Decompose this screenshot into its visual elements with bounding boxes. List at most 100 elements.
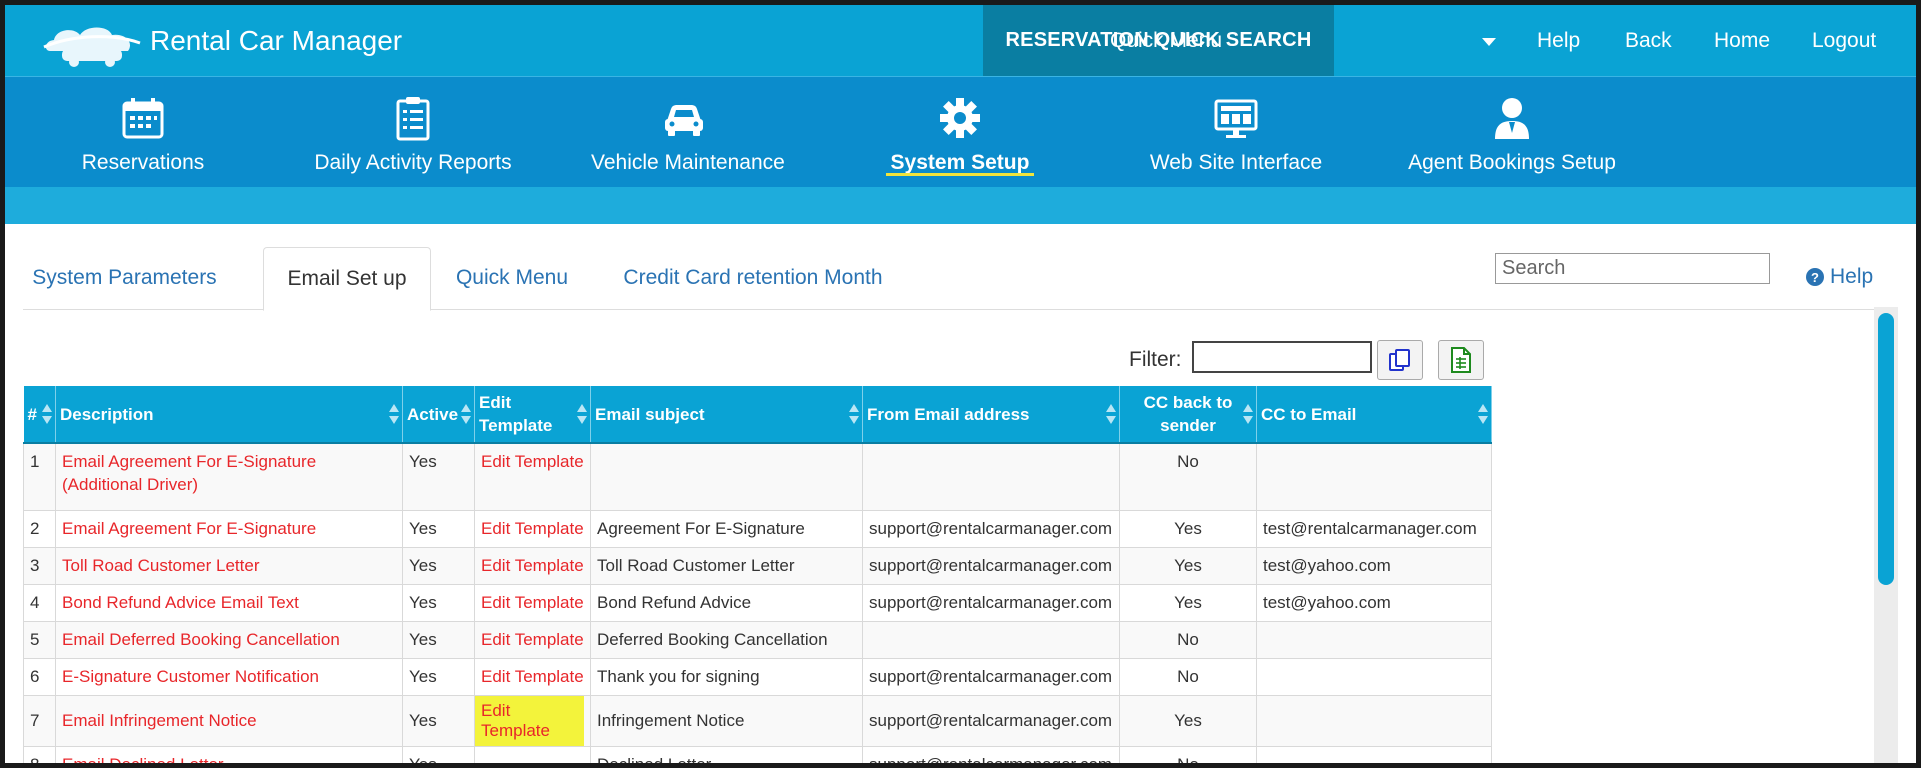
sort-icon[interactable]: [42, 404, 52, 424]
active-module-underline: [886, 173, 1034, 176]
description-link[interactable]: Email Agreement For E-Signature: [55, 510, 403, 548]
edit-template-link[interactable]: Edit Template: [474, 621, 591, 659]
scrollbar-thumb[interactable]: [1878, 313, 1894, 585]
chevron-down-icon[interactable]: [1482, 38, 1496, 46]
from-email-cell: [862, 621, 1120, 659]
table-row: 3 Toll Road Customer Letter Yes Edit Tem…: [23, 547, 1492, 585]
cc-to-cell: [1256, 695, 1492, 747]
edit-template-link[interactable]: Edit Template: [474, 547, 591, 585]
column-header-cc-to-email[interactable]: CC to Email: [1256, 386, 1492, 444]
column-header-email-subject[interactable]: Email subject: [590, 386, 863, 444]
tab-label: System Parameters: [32, 266, 217, 289]
cc-back-cell: No: [1119, 746, 1257, 763]
tab-quick-menu[interactable]: Quick Menu: [449, 247, 575, 309]
cc-to-cell: [1256, 621, 1492, 659]
clipboard-list-icon: [396, 97, 430, 141]
description-link[interactable]: Email Deferred Booking Cancellation: [55, 621, 403, 659]
row-number: 6: [23, 658, 56, 696]
help-link[interactable]: ? Help: [1806, 265, 1873, 289]
tab-label: Email Set up: [287, 267, 407, 290]
spreadsheet-icon: [1451, 347, 1471, 373]
edit-template-link[interactable]: [474, 746, 591, 763]
table-row: 8 Email Declined Letter Yes Declined Let…: [23, 746, 1492, 763]
tab-label: Credit Card retention Month: [623, 266, 883, 289]
back-nav-label: Back: [1625, 28, 1672, 52]
from-email-cell: support@rentalcarmanager.com: [862, 584, 1120, 622]
help-nav-label: Help: [1537, 28, 1581, 52]
email-subject-cell: Infringement Notice: [590, 695, 863, 747]
description-link[interactable]: Email Infringement Notice: [55, 695, 403, 747]
home-nav-link[interactable]: Home: [1714, 5, 1770, 76]
tab-credit-card-retention-month[interactable]: Credit Card retention Month: [615, 247, 891, 309]
sort-icon[interactable]: [1106, 404, 1116, 424]
tab-system-parameters[interactable]: System Parameters: [23, 247, 226, 309]
search-input[interactable]: [1495, 253, 1770, 284]
module-reservations[interactable]: Reservations: [55, 77, 231, 187]
row-number: 1: [23, 442, 56, 511]
module-label: Daily Activity Reports: [314, 151, 512, 174]
edit-template-link-highlighted[interactable]: Edit Template: [474, 695, 591, 747]
column-header-edit-template[interactable]: Edit Template: [474, 386, 591, 444]
home-nav-label: Home: [1714, 28, 1771, 52]
sort-icon[interactable]: [577, 404, 587, 424]
car-icon: [665, 105, 703, 136]
sort-icon[interactable]: [1243, 404, 1253, 424]
row-number: 3: [23, 547, 56, 585]
help-nav-link[interactable]: Help: [1537, 5, 1580, 76]
email-subject-cell: Agreement For E-Signature: [590, 510, 863, 548]
column-header-label: Edit Template: [479, 393, 553, 435]
active-cell: Yes: [402, 510, 475, 548]
filter-input[interactable]: [1192, 341, 1372, 373]
from-email-cell: support@rentalcarmanager.com: [862, 746, 1120, 763]
cc-back-cell: Yes: [1119, 584, 1257, 622]
app-window: Rental Car Manager RESERVATION QUICK SEA…: [5, 5, 1916, 763]
tab-email-set-up[interactable]: Email Set up: [263, 247, 431, 311]
description-link[interactable]: E-Signature Customer Notification: [55, 658, 403, 696]
description-link[interactable]: Email Declined Letter: [55, 746, 403, 763]
question-circle-icon: ?: [1806, 268, 1824, 286]
description-link[interactable]: Toll Road Customer Letter: [55, 547, 403, 585]
copy-icon: [1389, 349, 1410, 371]
from-email-cell: support@rentalcarmanager.com: [862, 547, 1120, 585]
column-header-description[interactable]: Description: [55, 386, 403, 444]
sort-icon[interactable]: [461, 404, 471, 424]
cloud-car-logo-icon[interactable]: [42, 21, 142, 71]
sort-icon[interactable]: [389, 404, 399, 424]
module-label: Reservations: [81, 151, 205, 174]
copy-button[interactable]: [1377, 340, 1423, 380]
email-subject-cell: Bond Refund Advice: [590, 584, 863, 622]
module-web-site-interface[interactable]: Web Site Interface: [1147, 77, 1325, 187]
module-label: Web Site Interface: [1149, 151, 1323, 174]
description-link[interactable]: Email Agreement For E-Signature (Additio…: [55, 442, 403, 511]
column-header-number[interactable]: #: [23, 386, 56, 444]
description-link[interactable]: Bond Refund Advice Email Text: [55, 584, 403, 622]
module-agent-bookings-setup[interactable]: Agent Bookings Setup: [1407, 77, 1617, 187]
edit-template-link[interactable]: Edit Template: [474, 584, 591, 622]
edit-template-link[interactable]: Edit Template: [474, 658, 591, 696]
module-daily-activity-reports[interactable]: Daily Activity Reports: [310, 77, 516, 187]
column-header-active[interactable]: Active: [402, 386, 475, 444]
calendar-icon: [122, 98, 164, 139]
row-number: 8: [23, 746, 56, 763]
back-nav-link[interactable]: Back: [1625, 5, 1672, 76]
quick-menu-dropdown[interactable]: Quick Menu: [1110, 5, 1222, 76]
edit-template-link[interactable]: Edit Template: [474, 510, 591, 548]
edit-template-link[interactable]: Edit Template: [474, 442, 591, 511]
sort-icon[interactable]: [1478, 404, 1488, 424]
module-system-setup[interactable]: System Setup: [871, 77, 1049, 187]
module-label: Agent Bookings Setup: [1408, 151, 1616, 174]
column-header-label: Active: [407, 404, 459, 424]
export-excel-button[interactable]: [1438, 340, 1484, 380]
sort-icon[interactable]: [849, 404, 859, 424]
logout-nav-link[interactable]: Logout: [1812, 5, 1876, 76]
table-row: 7 Email Infringement Notice Yes Edit Tem…: [23, 695, 1492, 747]
column-header-from-email[interactable]: From Email address: [862, 386, 1120, 444]
cc-back-cell: Yes: [1119, 547, 1257, 585]
column-header-label: #: [27, 404, 37, 424]
module-vehicle-maintenance[interactable]: Vehicle Maintenance: [591, 77, 785, 187]
cc-to-cell: [1256, 442, 1492, 511]
email-subject-cell: Toll Road Customer Letter: [590, 547, 863, 585]
quick-menu-label: Quick Menu: [1110, 28, 1223, 52]
from-email-cell: support@rentalcarmanager.com: [862, 695, 1120, 747]
column-header-cc-back-to-sender[interactable]: CC back to sender: [1119, 386, 1257, 444]
